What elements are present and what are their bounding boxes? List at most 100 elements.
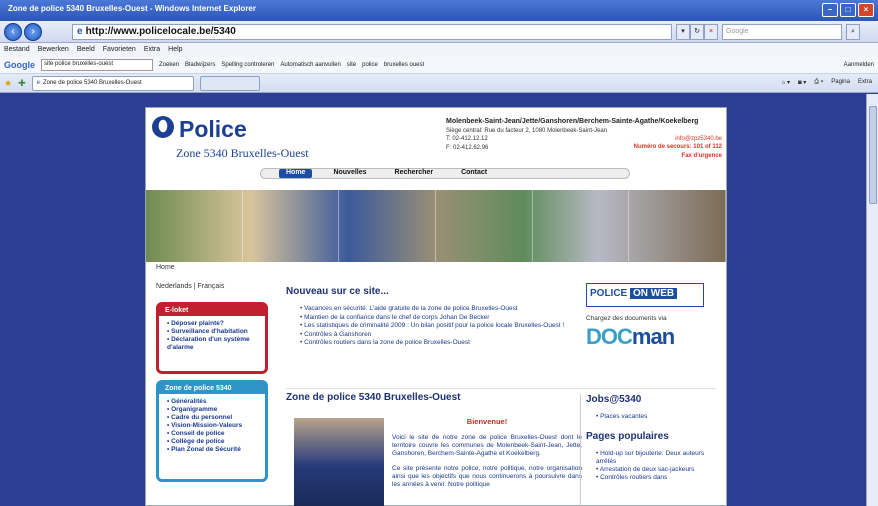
popular-item[interactable]: Hold-up sur bijouterie: Deux auteurs arr…: [596, 450, 714, 466]
back-icon[interactable]: ‹: [4, 23, 22, 41]
eloket-item[interactable]: Déposer plainte?: [167, 320, 257, 328]
close-button[interactable]: ×: [858, 3, 874, 17]
address-bar: ‹ › e http://www.policelocale.be/5340 ▾ ↻…: [0, 21, 878, 43]
maximize-button[interactable]: □: [840, 3, 856, 17]
news-item[interactable]: Contrôles à Ganshoren: [300, 331, 576, 340]
minimize-button[interactable]: –: [822, 3, 838, 17]
extra-menu[interactable]: Extra: [858, 79, 872, 86]
menu-beeld[interactable]: Beeld: [77, 46, 95, 54]
welcome-paragraph: Voici le site de notre zone de police Br…: [392, 434, 582, 457]
eloket-item[interactable]: Surveillance d'habitation: [167, 328, 257, 336]
google-auto-button[interactable]: Automatisch aanvullen: [280, 62, 340, 68]
google-zoeken-button[interactable]: Zoeken: [159, 62, 179, 68]
ie-icon: e: [77, 26, 83, 37]
menu-help[interactable]: Help: [168, 46, 182, 54]
google-logo: Google: [4, 60, 35, 70]
chief-photo: [294, 418, 384, 506]
new-tab[interactable]: [199, 75, 260, 91]
zone-box: Zone de police 5340 Généralités Organigr…: [156, 380, 268, 482]
nav-home[interactable]: Home: [279, 169, 313, 178]
google-police-button[interactable]: police: [362, 62, 378, 68]
print-icon[interactable]: ⎙ ▾: [814, 79, 823, 86]
news-item[interactable]: Maintien de la confiance dans le chef de…: [300, 314, 576, 323]
url-input[interactable]: e http://www.policelocale.be/5340: [72, 24, 672, 40]
news-section: Nouveau sur ce site... Vacances en sécur…: [286, 286, 576, 348]
jobs-title: Jobs@5340: [586, 394, 642, 405]
eloket-title: E-loket: [159, 305, 265, 316]
dropdown-icon[interactable]: ▾: [676, 24, 690, 40]
police-on-web-banner[interactable]: POLICE ON WEB: [586, 283, 704, 307]
docman-logo[interactable]: DOCman: [586, 324, 714, 350]
google-site-button[interactable]: site: [347, 62, 356, 68]
right-promo: POLICE ON WEB Chargez des documents via …: [586, 283, 714, 350]
google-bruxelles-button[interactable]: bruxelles ouest: [384, 62, 424, 68]
zone-item[interactable]: Collège de police: [167, 438, 257, 446]
search-icon[interactable]: ⌕: [846, 24, 860, 40]
breadcrumb[interactable]: Home: [156, 264, 175, 271]
vertical-scrollbar[interactable]: [866, 94, 878, 506]
add-favorite-icon[interactable]: ✚: [18, 78, 26, 89]
contact-block: Molenbeek-Saint-Jean/Jette/Ganshoren/Ber…: [446, 118, 722, 159]
welcome-block: Bienvenue! Voici le site de notre zone d…: [288, 418, 584, 506]
eloket-item[interactable]: Déclaration d'un système d'alarme: [167, 336, 257, 352]
zone-item[interactable]: Conseil de police: [167, 430, 257, 438]
menu-bestand[interactable]: Bestand: [4, 46, 30, 54]
news-title: Nouveau sur ce site...: [286, 286, 389, 297]
docman-caption: Chargez des documents via: [586, 315, 667, 322]
zone-item[interactable]: Organigramme: [167, 406, 257, 414]
nav-nouvelles[interactable]: Nouvelles: [326, 169, 373, 178]
popular-item[interactable]: Contrôles routiers dans: [596, 474, 714, 482]
eloket-box: E-loket Déposer plainte? Surveillance d'…: [156, 302, 268, 374]
menu-extra[interactable]: Extra: [144, 46, 160, 54]
jobs-section: Jobs@5340 Places vacantes Pages populair…: [586, 394, 714, 482]
ie-tab-icon: e: [36, 80, 40, 86]
urgence-link[interactable]: Fax d'urgence: [682, 152, 722, 161]
menu-favorieten[interactable]: Favorieten: [103, 46, 136, 54]
language-switch[interactable]: Nederlands | Français: [156, 283, 268, 290]
google-aanmelden-button[interactable]: Aanmelden: [844, 62, 874, 68]
tab-bar: ★ ✚ e Zone de police 5340 Bruxelles-Ouest…: [0, 74, 878, 93]
zone-item[interactable]: Cadre du personnel: [167, 414, 257, 422]
google-search-input[interactable]: site police bruxelles-ouest: [41, 59, 153, 71]
siege: Siège central: Rue du facteur 2, 1080 Mo…: [446, 127, 608, 134]
window-titlebar: Zone de police 5340 Bruxelles-Ouest - Wi…: [0, 0, 878, 21]
menu-bewerken[interactable]: Bewerken: [38, 46, 69, 54]
google-spelling-button[interactable]: Spelling controleren: [221, 62, 274, 68]
news-item[interactable]: Contrôles routiers dans la zone de polic…: [300, 339, 576, 348]
tab-police[interactable]: e Zone de police 5340 Bruxelles-Ouest: [31, 75, 194, 91]
menu-bar: Bestand Bewerken Beeld Favorieten Extra …: [0, 43, 878, 57]
police-logo[interactable]: ⬮ Police: [152, 116, 247, 143]
police-badge-icon: ⬮: [152, 116, 174, 138]
scrollbar-thumb[interactable]: [869, 106, 877, 204]
zone-item[interactable]: Généralités: [167, 398, 257, 406]
zone-item[interactable]: Plan Zonal de Sécurité: [167, 446, 257, 454]
feeds-icon[interactable]: ◙ ▾: [798, 79, 806, 86]
search-input[interactable]: Google: [722, 24, 842, 40]
popular-item[interactable]: Arrestation de deux sac-jackeurs: [596, 466, 714, 474]
zone-box-title: Zone de police 5340: [159, 383, 265, 394]
news-item[interactable]: Vacances en sécurité. L'aide gratuite de…: [300, 305, 576, 314]
zone-item[interactable]: Vision-Mission-Valeurs: [167, 422, 257, 430]
welcome-paragraph: Ce site présente notre police, notre pol…: [392, 465, 582, 488]
google-bladwijzers-button[interactable]: Bladwijzers: [185, 62, 215, 68]
google-toolbar: Google site police bruxelles-ouest Zoeke…: [0, 57, 878, 74]
zone-subtitle: Zone 5340 Bruxelles-Ouest: [176, 146, 309, 160]
pagina-menu[interactable]: Pagina: [831, 79, 850, 86]
jobs-item[interactable]: Places vacantes: [596, 413, 714, 421]
divider: [580, 394, 581, 506]
news-item[interactable]: Les statistiques de criminalité 2009 : U…: [300, 322, 576, 331]
nav-rechercher[interactable]: Rechercher: [388, 169, 441, 178]
divider: [286, 388, 716, 389]
window-title: Zone de police 5340 Bruxelles-Ouest - Wi…: [8, 4, 256, 13]
sidebar: Nederlands | Français E-loket Déposer pl…: [156, 283, 268, 482]
favorites-star-icon[interactable]: ★: [4, 78, 12, 89]
zone-section-title: Zone de police 5340 Bruxelles-Ouest: [286, 392, 461, 403]
refresh-icon[interactable]: ↻: [690, 24, 704, 40]
home-icon[interactable]: ⌂ ▾: [782, 79, 790, 86]
website-page: ⬮ Police Zone 5340 Bruxelles-Ouest Molenb…: [145, 107, 727, 506]
photo-banner: [146, 190, 727, 262]
stop-icon[interactable]: ×: [704, 24, 718, 40]
popular-title: Pages populaires: [586, 431, 669, 442]
nav-contact[interactable]: Contact: [454, 169, 494, 178]
forward-icon[interactable]: ›: [24, 23, 42, 41]
